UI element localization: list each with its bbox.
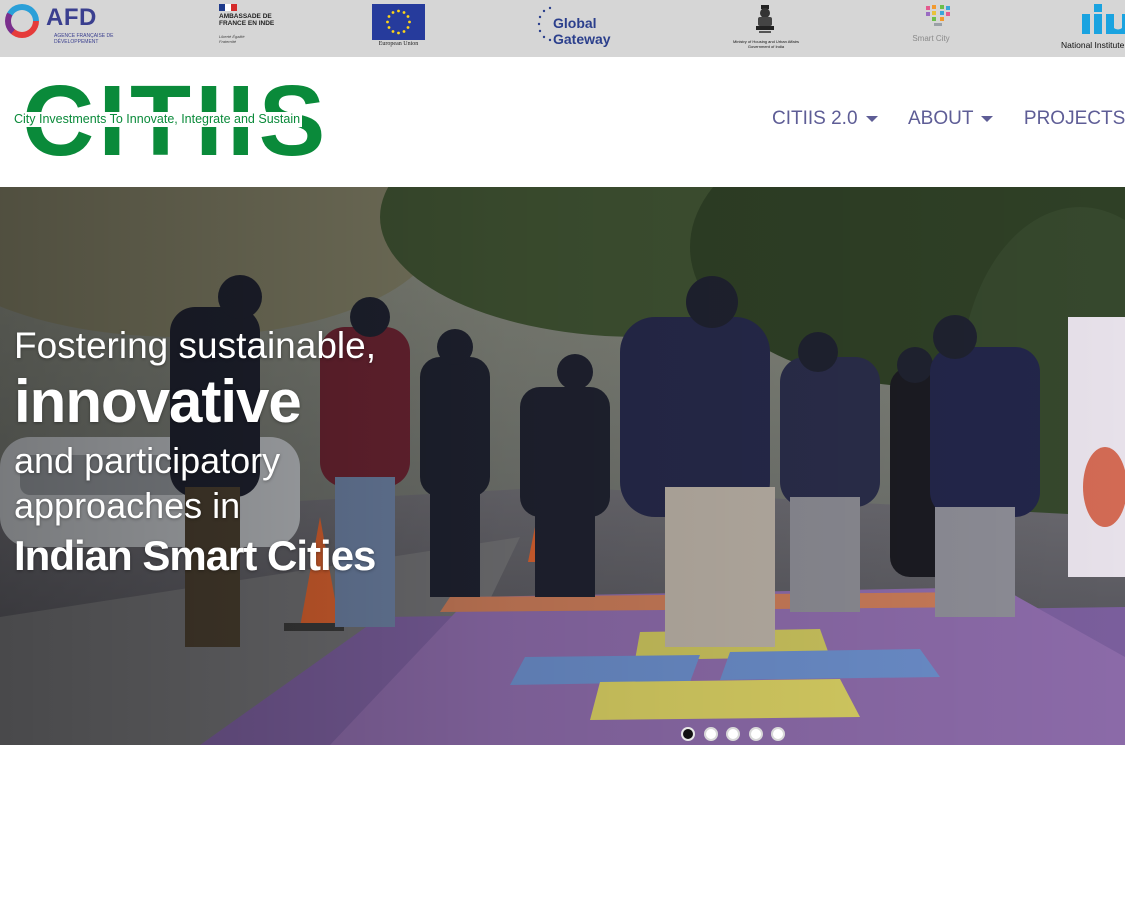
- smart-city-mark-icon: [926, 5, 950, 26]
- nav-item-label: PROJECTS: [1023, 108, 1125, 129]
- eu-flag-icon: [372, 4, 425, 40]
- nav-item-label: ABOUT: [907, 108, 974, 129]
- afd-wordmark: AFD: [46, 4, 97, 31]
- slider-dot-3[interactable]: [726, 727, 740, 741]
- ministry-name: Ministry of Housing and Urban Affairs Go…: [733, 39, 799, 49]
- caret-down-icon: [981, 115, 994, 122]
- partner-logo-strip: AFD AGENCE FRANÇAISE DE DÉVELOPPEMENT AM…: [0, 0, 1125, 57]
- slider-dot-1[interactable]: [681, 727, 695, 741]
- nav-item-projects[interactable]: PROJECTS: [1024, 107, 1125, 131]
- hero-line-5: Indian Smart Cities: [14, 532, 376, 579]
- afd-subtitle: AGENCE FRANÇAISE DE DÉVELOPPEMENT: [54, 33, 114, 45]
- hero-headline: Fostering sustainable, innovative and pa…: [14, 325, 376, 583]
- site-header: CITIIS City Investments To Innovate, Int…: [0, 57, 1125, 187]
- nav-item-label: CITIIS 2.0: [772, 108, 858, 129]
- niua-name: National Institute of: [1061, 40, 1125, 50]
- niua-mark-icon: [1082, 4, 1125, 34]
- france-motto: Liberté Égalité Fraternité: [219, 34, 245, 44]
- national-emblem-icon: [756, 5, 774, 33]
- hero-line-3: and participatory: [14, 440, 281, 481]
- smart-city-name: Smart City: [912, 34, 950, 43]
- slider-pagination: [681, 727, 794, 741]
- main-nav: CITIIS 2.0 ABOUT PROJECTS: [772, 107, 1125, 131]
- slider-dot-5[interactable]: [771, 727, 785, 741]
- french-flag-icon: [219, 4, 237, 11]
- slider-dot-2[interactable]: [703, 727, 718, 741]
- afd-ring-icon: [5, 4, 39, 38]
- france-embassy-name: AMBASSADE DE FRANCE EN INDE: [219, 13, 275, 27]
- nav-item-about[interactable]: ABOUT: [907, 107, 994, 131]
- eu-caption: European Union: [378, 41, 419, 47]
- hero-line-2: innovative: [14, 368, 302, 435]
- hero-line-1: Fostering sustainable,: [14, 325, 376, 366]
- slider-dot-4[interactable]: [748, 727, 763, 741]
- nav-item-citiis-2[interactable]: CITIIS 2.0: [772, 107, 878, 131]
- hero-line-4: approaches in: [14, 485, 241, 526]
- hero-slider: Fostering sustainable, innovative and pa…: [0, 187, 1125, 745]
- citiis-tagline: City Investments To Innovate, Integrate …: [12, 112, 303, 127]
- global-gateway-name: Global Gateway: [553, 15, 611, 47]
- caret-down-icon: [865, 115, 878, 122]
